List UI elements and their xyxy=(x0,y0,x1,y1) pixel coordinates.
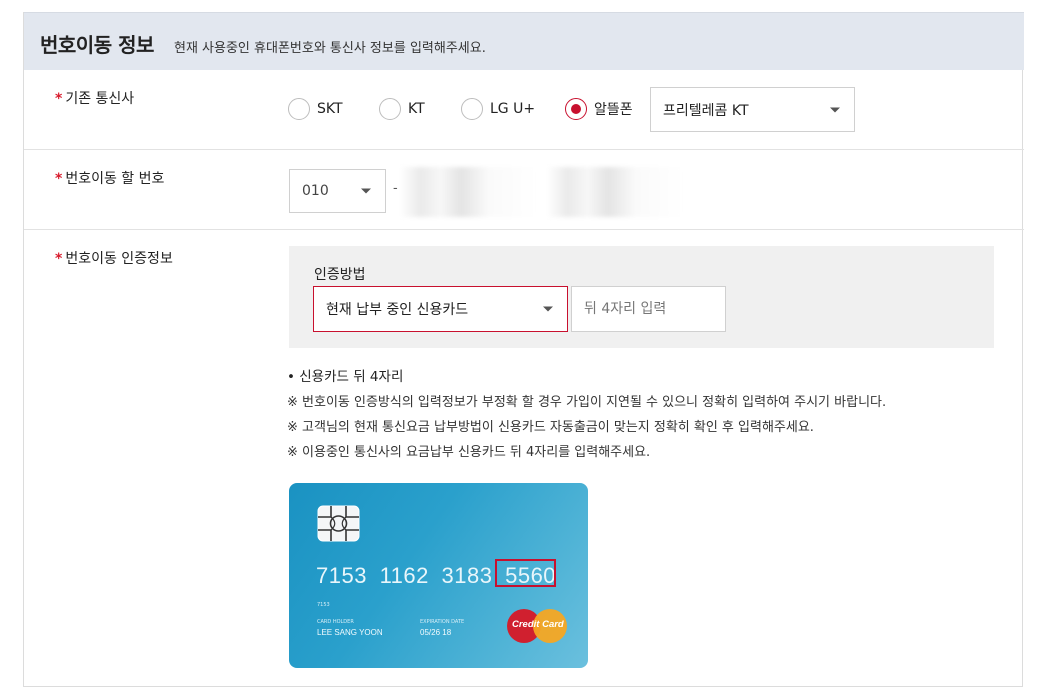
radio-skt[interactable]: SKT xyxy=(288,98,343,120)
radio-label-kt: KT xyxy=(408,101,425,117)
radio-label-skt: SKT xyxy=(317,101,343,117)
card-small-code: 7153 xyxy=(317,602,330,608)
card-last4-input[interactable] xyxy=(571,286,726,332)
note-line: • 신용카드 뒤 4자리 xyxy=(287,369,404,385)
auth-method-title: 인증방법 xyxy=(314,267,366,283)
phone-prefix-select[interactable]: 010 xyxy=(289,169,386,213)
carrier-label: * 기존 통신사 xyxy=(55,88,134,108)
phone-last-input-masked[interactable] xyxy=(547,167,683,217)
carrier-row: * 기존 통신사 SKT KT LG U+ 알뜰폰 프리텔레콤 KT xyxy=(24,70,1024,150)
auth-method-value: 현재 납부 중인 신용카드 xyxy=(326,302,469,318)
card-holder-caption: CARD HOLDER xyxy=(317,619,354,625)
card-number-group: 7153 xyxy=(316,563,367,588)
auth-method-box: 인증방법 현재 납부 중인 신용카드 xyxy=(289,246,994,348)
radio-circle[interactable] xyxy=(461,98,483,120)
radio-kt[interactable]: KT xyxy=(379,98,425,120)
port-number-row: * 번호이동 할 번호 010 - xyxy=(24,150,1024,230)
card-expiration: 05/26 18 xyxy=(420,628,452,637)
auth-notes: • 신용카드 뒤 4자리 ※ 번호이동 인증방식의 입력정보가 부정확 할 경우… xyxy=(287,365,886,465)
radio-lgu[interactable]: LG U+ xyxy=(461,98,535,120)
card-brand-text: Credit Card xyxy=(512,619,564,630)
card-expiration-caption: EXPIRATION DATE xyxy=(420,619,465,625)
auth-label-text: 번호이동 인증정보 xyxy=(65,251,173,267)
mvno-carrier-value: 프리텔레콤 KT xyxy=(663,102,749,119)
note-line: ※ 이용중인 통신사의 요금납부 신용카드 뒤 4자리를 입력해주세요. xyxy=(287,445,651,460)
auth-info-row: *번호이동 인증정보 인증방법 현재 납부 중인 신용카드 • 신용카드 뒤 4… xyxy=(24,230,1024,687)
card-brand-logo: Credit Card xyxy=(507,609,567,643)
radio-label-mvno: 알뜰폰 xyxy=(594,102,633,118)
chevron-down-icon xyxy=(830,107,840,112)
port-number-label: * 번호이동 할 번호 xyxy=(55,168,164,188)
phone-middle-input-masked[interactable] xyxy=(400,167,536,217)
note-line: ※ 고객님의 현재 통신요금 납부방법이 신용카드 자동출금이 맞는지 정확히 … xyxy=(287,420,814,435)
auth-method-select[interactable]: 현재 납부 중인 신용카드 xyxy=(313,286,568,332)
card-number-group: 3183 xyxy=(441,563,493,588)
required-mark: * xyxy=(55,91,63,107)
auth-label: * 번호이동 인증정보 xyxy=(55,248,173,268)
card-chip-icon xyxy=(317,505,360,542)
section-header: 번호이동 정보 현재 사용중인 휴대폰번호와 통신사 정보를 입력해주세요. xyxy=(24,12,1024,70)
mvno-carrier-select[interactable]: 프리텔레콤 KT xyxy=(650,87,855,132)
chevron-down-icon xyxy=(543,306,553,312)
note-line: ※ 번호이동 인증방식의 입력정보가 부정확 할 경우 가입이 지연될 수 있으… xyxy=(287,395,887,410)
radio-circle[interactable] xyxy=(288,98,310,120)
required-mark: * xyxy=(55,171,63,187)
card-number-group: 1162 xyxy=(379,563,429,588)
radio-label-lgu: LG U+ xyxy=(490,101,536,117)
last4-highlight-box xyxy=(495,559,556,587)
radio-mvno[interactable]: 알뜰폰 xyxy=(565,98,633,120)
credit-card-illustration: 7153 1162 3183 5560 7153 CARD HOLDER LEE… xyxy=(289,483,588,668)
port-number-label-text: 번호이동 할 번호 xyxy=(65,171,165,187)
carrier-label-text: 기존 통신사 xyxy=(65,91,135,107)
required-mark: * xyxy=(55,251,63,267)
card-holder-name: LEE SANG YOON xyxy=(317,628,383,637)
radio-circle-checked[interactable] xyxy=(565,98,587,120)
section-subtitle: 현재 사용중인 휴대폰번호와 통신사 정보를 입력해주세요. xyxy=(174,41,486,56)
chevron-down-icon xyxy=(361,188,371,194)
phone-prefix-value: 010 xyxy=(302,183,329,199)
phone-separator: - xyxy=(393,181,398,196)
radio-circle[interactable] xyxy=(379,98,401,120)
port-in-info-panel: 번호이동 정보 현재 사용중인 휴대폰번호와 통신사 정보를 입력해주세요. *… xyxy=(23,12,1024,687)
section-title: 번호이동 정보 xyxy=(40,33,154,57)
